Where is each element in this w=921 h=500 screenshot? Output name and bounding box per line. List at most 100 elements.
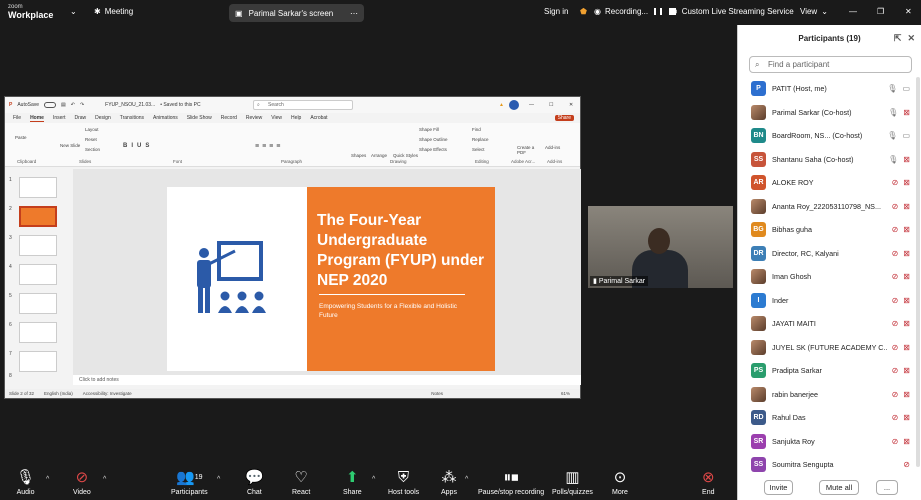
slide-thumbnail[interactable] <box>19 264 57 285</box>
invite-button[interactable]: Invite <box>764 480 793 495</box>
slide-thumbnails[interactable]: 1 2 3 4 5 6 7 8 <box>5 169 71 379</box>
participant-row[interactable]: JUYEL SK (FUTURE ACADEMY C... ⊘ ⊠ <box>738 336 916 359</box>
pause-icon[interactable] <box>654 8 657 15</box>
undo-icon[interactable]: ↶ <box>71 102 75 108</box>
more-options-button[interactable]: ... <box>876 480 898 495</box>
tab-transitions[interactable]: Transitions <box>120 115 144 121</box>
shape-effects-button[interactable]: Shape Effects <box>419 147 447 152</box>
camera-off-icon[interactable]: ⊠ <box>903 225 910 234</box>
tab-file[interactable]: File <box>13 115 21 121</box>
camera-off-icon[interactable]: ⊠ <box>903 319 910 328</box>
arrange-button[interactable]: Arrange <box>371 153 387 158</box>
mic-muted-icon[interactable]: ⊘ <box>892 249 899 258</box>
slide-thumbnail[interactable] <box>19 322 57 343</box>
mic-muted-icon[interactable]: ⊘ <box>903 460 910 469</box>
tab-review[interactable]: Review <box>246 115 262 121</box>
camera-off-icon[interactable]: ⊠ <box>903 155 910 164</box>
camera-off-icon[interactable]: ⊠ <box>903 343 910 352</box>
save-icon[interactable]: ▤ <box>61 102 66 108</box>
tab-home[interactable]: Home <box>30 115 44 122</box>
tab-help[interactable]: Help <box>291 115 301 121</box>
recording-status[interactable]: ◉ Recording... <box>594 7 677 16</box>
camera-off-icon[interactable]: ⊠ <box>903 413 910 422</box>
paragraph-align-icons[interactable]: ≡≡≡≡ <box>255 143 283 150</box>
layout-button[interactable]: Layout <box>85 127 99 132</box>
share-chevron-icon[interactable]: ^ <box>372 476 375 483</box>
notes-field[interactable]: Click to add notes <box>73 375 581 385</box>
participant-row[interactable]: Ananta Roy_222053110798_NS... ⊘ ⊠ <box>738 195 916 218</box>
participant-row[interactable]: JAYATI MAITI ⊘ ⊠ <box>738 312 916 335</box>
video-options-chevron-icon[interactable]: ^ <box>103 476 106 483</box>
participant-row[interactable]: PS Pradipta Sarkar ⊘ ⊠ <box>738 359 916 382</box>
more-button[interactable]: ⊙ More <box>612 469 628 496</box>
mic-muted-icon[interactable]: ⊘ <box>892 178 899 187</box>
shape-fill-button[interactable]: Shape Fill <box>419 127 439 132</box>
view-button[interactable]: View ⌄ <box>800 7 828 16</box>
ppt-share-button[interactable]: Share <box>554 115 574 121</box>
close-window-icon[interactable]: ✕ <box>905 7 912 16</box>
tab-animations[interactable]: Animations <box>153 115 178 121</box>
audio-button[interactable]: 🎙 Audio <box>16 469 35 496</box>
camera-off-icon[interactable]: ⊠ <box>903 178 910 187</box>
participant-row[interactable]: rabin banerjee ⊘ ⊠ <box>738 383 916 406</box>
new-slide-button[interactable]: New Slide <box>60 143 80 148</box>
mic-muted-icon[interactable]: ⊘ <box>892 319 899 328</box>
restore-icon[interactable]: ❐ <box>877 7 884 16</box>
logo-chevron-icon[interactable]: ⌄ <box>70 7 77 16</box>
accessibility-status[interactable]: Accessibility: Investigate <box>83 391 132 396</box>
mic-muted-icon[interactable]: ⊘ <box>892 202 899 211</box>
camera-off-icon[interactable]: ⊠ <box>903 437 910 446</box>
participant-row[interactable]: DR Director, RC, Kalyani ⊘ ⊠ <box>738 242 916 265</box>
meeting-info-button[interactable]: ✱ Meeting <box>94 7 133 16</box>
quick-styles-button[interactable]: Quick Styles <box>393 153 418 158</box>
polls-button[interactable]: ▥ Polls/quizzes <box>552 469 593 496</box>
create-pdf-button[interactable]: Create a PDF <box>517 145 537 155</box>
zoom-level[interactable]: 61% <box>561 391 570 396</box>
participant-row[interactable]: SS Shantanu Saha (Co-host) 🎙 ⊠ <box>738 148 916 171</box>
tab-insert[interactable]: Insert <box>53 115 66 121</box>
shape-outline-button[interactable]: Shape Outline <box>419 137 448 142</box>
reset-button[interactable]: Reset <box>85 137 97 142</box>
live-stream-status[interactable]: ⊙ Custom Live Streaming Service <box>671 7 794 16</box>
host-tools-button[interactable]: ⛨ Host tools <box>388 469 419 496</box>
participant-row[interactable]: SS Soumitra Sengupta ⊘ <box>738 453 916 476</box>
minimize-icon[interactable]: — <box>849 7 857 16</box>
mic-muted-icon[interactable]: ⊘ <box>892 296 899 305</box>
mic-muted-icon[interactable]: ⊘ <box>892 390 899 399</box>
mic-icon[interactable]: 🎙 <box>887 84 897 93</box>
close-panel-icon[interactable]: ✕ <box>907 33 915 44</box>
react-button[interactable]: ♡ React <box>292 469 310 496</box>
participant-row[interactable]: BN BoardRoom, NS... (Co-host) 🎙 ▭ <box>738 124 916 147</box>
tab-record[interactable]: Record <box>221 115 237 121</box>
tab-design[interactable]: Design <box>95 115 111 121</box>
participants-chevron-icon[interactable]: ^ <box>217 476 220 483</box>
participant-row[interactable]: RD Rahul Das ⊘ ⊠ <box>738 406 916 429</box>
participant-row[interactable]: BG Bibhas guha ⊘ ⊠ <box>738 218 916 241</box>
tab-draw[interactable]: Draw <box>74 115 86 121</box>
camera-off-icon[interactable]: ⊠ <box>903 296 910 305</box>
ppt-maximize-icon[interactable]: ☐ <box>549 102 553 108</box>
camera-off-icon[interactable]: ⊠ <box>903 390 910 399</box>
tab-view[interactable]: View <box>271 115 282 121</box>
mic-muted-icon[interactable]: ⊘ <box>892 366 899 375</box>
participant-scrollbar[interactable] <box>916 77 920 467</box>
slide-thumbnail[interactable] <box>19 235 57 256</box>
popout-icon[interactable]: ⇱ <box>894 33 902 44</box>
screen-share-indicator[interactable]: ▣ Parimal Sarkar's screen ⋯ <box>229 4 364 22</box>
apps-button[interactable]: ⁂ Apps <box>441 469 457 496</box>
camera-off-icon[interactable]: ⊠ <box>903 202 910 211</box>
video-button[interactable]: ⊘ Video <box>73 469 91 496</box>
font-format-icons[interactable]: BIUS <box>123 143 153 149</box>
section-button[interactable]: Section <box>85 147 100 152</box>
end-meeting-button[interactable]: ⊗ End <box>702 469 715 496</box>
notes-toggle[interactable]: Notes <box>431 391 443 396</box>
speaker-video[interactable]: ▮ Parimal Sarkar <box>588 206 733 288</box>
participant-row[interactable]: P PATIT (Host, me) 🎙 ▭ <box>738 77 916 100</box>
mic-muted-icon[interactable]: ⊘ <box>892 225 899 234</box>
camera-off-icon[interactable]: ⊠ <box>903 249 910 258</box>
replace-button[interactable]: Replace <box>472 137 489 142</box>
autosave-toggle[interactable] <box>44 102 57 108</box>
camera-off-icon[interactable]: ⊠ <box>903 108 910 117</box>
addins-button[interactable]: Add-ins <box>545 145 560 150</box>
user-avatar[interactable] <box>509 100 519 110</box>
